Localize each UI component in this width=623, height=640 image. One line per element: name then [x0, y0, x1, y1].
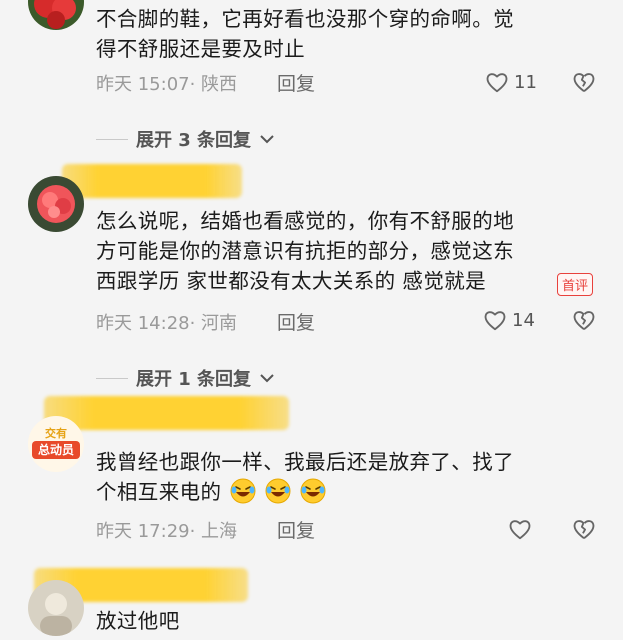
comment-time-location: 昨天 15:07· 陕西 [96, 74, 238, 95]
laughing-crying-emoji [300, 478, 326, 504]
avatar[interactable]: 交有 总动员 [28, 416, 84, 472]
avatar[interactable] [28, 176, 84, 232]
broken-heart-icon [573, 311, 595, 330]
avatar-text-bottom: 总动员 [32, 441, 80, 459]
comment-text: 不合脚的鞋，它再好看也没那个穿的命啊。觉 得不舒服还是要及时止 [96, 7, 514, 61]
comment-time-location: 昨天 14:28· 河南 [96, 313, 238, 334]
comment-text: 放过他吧 [96, 609, 180, 633]
comment-text: 我曾经也跟你一样、我最后还是放弃了、找了 个相互来电的 [96, 450, 514, 504]
broken-heart-icon [573, 520, 595, 539]
like-button[interactable] [507, 516, 533, 542]
dislike-button[interactable] [570, 516, 598, 546]
like-count: 14 [512, 309, 535, 331]
heart-outline-icon [484, 311, 506, 331]
reply-button[interactable]: 回复 [277, 69, 315, 96]
dislike-button[interactable] [570, 69, 598, 99]
heart-outline-icon [486, 73, 508, 93]
like-count: 11 [514, 71, 537, 93]
avatar[interactable] [28, 580, 84, 636]
laughing-crying-emoji [230, 478, 256, 504]
avatar-text-top: 交有 [45, 427, 67, 440]
dislike-button[interactable] [570, 307, 598, 337]
chevron-down-icon [260, 135, 274, 144]
broken-heart-icon [573, 73, 595, 92]
divider [96, 138, 128, 140]
comment-time-location: 昨天 17:29· 上海 [96, 521, 238, 542]
laughing-crying-emoji [265, 478, 291, 504]
reply-button[interactable]: 回复 [277, 308, 315, 335]
expand-replies-button[interactable]: 展开 3 条回复 [96, 126, 275, 152]
avatar[interactable] [28, 0, 84, 30]
chevron-down-icon [260, 374, 274, 383]
divider [96, 377, 128, 379]
expand-replies-button[interactable]: 展开 1 条回复 [96, 365, 275, 391]
like-button[interactable]: 11 [484, 69, 537, 95]
first-comment-badge: 首评 [557, 273, 594, 296]
comment-text: 怎么说呢，结婚也看感觉的，你有不舒服的地 方可能是你的潜意识有抗拒的部分，感觉这… [96, 209, 514, 293]
expand-replies-label: 展开 3 条回复 [136, 130, 252, 151]
username-redacted [62, 164, 242, 198]
expand-replies-label: 展开 1 条回复 [136, 369, 252, 390]
heart-outline-icon [509, 520, 531, 540]
reply-button[interactable]: 回复 [277, 516, 315, 543]
like-button[interactable]: 14 [482, 307, 535, 333]
